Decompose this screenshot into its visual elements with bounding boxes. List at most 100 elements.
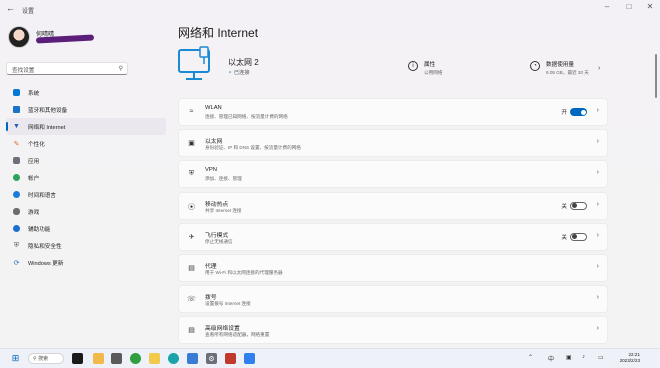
- row-sub: 添加、连接、管理: [205, 176, 242, 182]
- volume-icon[interactable]: ♪: [582, 354, 585, 360]
- ime-icon[interactable]: 中: [548, 354, 554, 363]
- vpn-icon: ⛨: [188, 170, 195, 178]
- back-arrow-icon[interactable]: ←: [6, 3, 15, 13]
- row-hotspot[interactable]: ⦿ 移动热点 共享 Internet 连接 关 ›: [178, 191, 608, 220]
- app-icon[interactable]: [111, 353, 122, 364]
- app-icon[interactable]: [244, 353, 255, 364]
- sidebar-nav: 系统 蓝牙和其他设备 ▼ 网络和 Internet ✎ 个性化 应用 帐户 时间…: [6, 84, 166, 271]
- wlan-toggle[interactable]: [570, 108, 587, 116]
- chevron-right-icon[interactable]: ›: [597, 169, 599, 176]
- sidebar-item-accessibility[interactable]: 辅助功能: [6, 220, 166, 237]
- sidebar-item-network[interactable]: ▼ 网络和 Internet: [6, 118, 166, 135]
- sidebar-item-bluetooth[interactable]: 蓝牙和其他设备: [6, 101, 166, 118]
- sidebar-item-apps[interactable]: 应用: [6, 152, 166, 169]
- close-icon[interactable]: ✕: [643, 2, 657, 11]
- sidebar-item-label: 系统: [28, 90, 40, 97]
- airplane-icon: ✈: [188, 233, 195, 241]
- settings-gear-icon[interactable]: ⚙: [206, 353, 217, 364]
- sidebar-item-label: 帐户: [28, 175, 40, 182]
- row-dialup[interactable]: ☏ 拨号 设置拨号 Internet 连接 ›: [178, 285, 608, 314]
- data-usage-label: 数据使用量: [546, 62, 574, 68]
- airplane-toggle[interactable]: [570, 232, 587, 241]
- row-wlan[interactable]: ≈ WLAN 连接、管理已知网络、按流量计费的网络 开 ›: [178, 98, 608, 126]
- search-icon[interactable]: ⚲: [119, 65, 123, 72]
- row-sub: 设置拨号 Internet 连接: [205, 301, 251, 307]
- sidebar-item-privacy[interactable]: ⛨ 隐私和安全性: [6, 237, 166, 254]
- chevron-right-icon[interactable]: ›: [598, 65, 600, 72]
- data-usage-icon: ◔: [530, 61, 540, 71]
- app-icon[interactable]: [225, 353, 236, 364]
- chevron-right-icon[interactable]: ›: [597, 263, 599, 270]
- advanced-network-icon: ▤: [188, 327, 195, 335]
- toggle-label: 关: [561, 234, 567, 241]
- sidebar-item-label: 个性化: [28, 141, 45, 148]
- row-proxy[interactable]: ▤ 代理 用于 Wi-Fi 和以太网连接的代理服务器 ›: [178, 253, 608, 282]
- toggle-label: 开: [561, 110, 567, 116]
- network-icon: ▼: [13, 123, 20, 130]
- edge-icon[interactable]: [168, 353, 179, 364]
- page-title: 网络和 Internet: [178, 26, 259, 40]
- scrollbar[interactable]: [655, 54, 657, 98]
- row-ethernet[interactable]: ▣ 以太网 身份验证、IP 和 DNS 设置、按流量计费的网络 ›: [178, 129, 608, 158]
- sidebar-item-label: 辅助功能: [28, 226, 51, 233]
- search-input[interactable]: 查找设置 ⚲: [6, 62, 128, 75]
- chevron-right-icon[interactable]: ›: [597, 138, 599, 145]
- dialup-icon: ☏: [187, 296, 196, 304]
- sidebar-item-accounts[interactable]: 帐户: [6, 169, 166, 186]
- taskbar-search-label: 搜索: [38, 356, 49, 362]
- row-title: VPN: [205, 167, 217, 174]
- start-windows-icon[interactable]: ⊞: [10, 353, 21, 364]
- row-title: 拨号: [205, 295, 217, 302]
- row-sub: 身份验证、IP 和 DNS 设置、按流量计费的网络: [205, 145, 301, 151]
- chevron-right-icon[interactable]: ›: [597, 232, 599, 239]
- wifi-icon: ≈: [189, 108, 194, 115]
- maximize-icon[interactable]: □: [622, 2, 636, 11]
- xbox-icon[interactable]: [130, 353, 141, 364]
- sidebar-item-label: 游戏: [28, 209, 40, 216]
- ethernet-monitor-icon: [178, 46, 210, 80]
- network-tray-icon[interactable]: ▣: [566, 354, 572, 361]
- folder-icon[interactable]: [149, 353, 160, 364]
- sidebar-item-label: 时间和语言: [28, 192, 56, 199]
- settings-window: ← 设置 – □ ✕ 何晴晴 查找设置 ⚲ 系统 蓝牙和其他设备 ▼ 网络和 I…: [0, 0, 660, 348]
- data-usage-sub: 9.05 GB，最近 30 天: [546, 70, 589, 75]
- chevron-right-icon[interactable]: ›: [597, 107, 599, 114]
- proxy-icon: ▤: [188, 264, 195, 272]
- clock[interactable]: 22:21 2023/2/23: [620, 352, 640, 364]
- properties-label: 属性: [424, 62, 436, 68]
- row-sub: 共享 Internet 连接: [205, 207, 242, 213]
- data-usage-button[interactable]: ◔ 数据使用量 9.05 GB，最近 30 天: [530, 60, 589, 76]
- store-icon[interactable]: [187, 353, 198, 364]
- chevron-right-icon[interactable]: ›: [597, 325, 599, 332]
- task-view-icon[interactable]: [72, 353, 83, 364]
- file-explorer-icon[interactable]: [93, 353, 104, 364]
- chevron-up-icon[interactable]: ⌃: [528, 354, 533, 361]
- minimize-icon[interactable]: –: [600, 2, 614, 11]
- properties-button[interactable]: i 属性 公用网络: [408, 60, 442, 76]
- sidebar-item-personalization[interactable]: ✎ 个性化: [6, 135, 166, 152]
- row-sub: 停止无线通信: [205, 238, 233, 244]
- row-advanced-network[interactable]: ▤ 高级网络设置 查看所有网络适配器，网络重置 ›: [178, 316, 608, 345]
- sidebar-item-system[interactable]: 系统: [6, 84, 166, 101]
- info-icon: i: [408, 61, 418, 71]
- taskbar-search[interactable]: ⚲ 搜索: [28, 353, 64, 364]
- row-sub: 查看所有网络适配器，网络重置: [205, 332, 270, 338]
- avatar[interactable]: [8, 26, 30, 48]
- shield-icon: ⛨: [13, 241, 20, 249]
- chevron-right-icon[interactable]: ›: [597, 294, 599, 301]
- sidebar-item-windows-update[interactable]: ⟳ Windows 更新: [6, 254, 166, 271]
- row-airplane-mode[interactable]: ✈ 飞行模式 停止无线通信 关 ›: [178, 222, 608, 251]
- battery-icon[interactable]: ▭: [598, 354, 604, 361]
- ethernet-status-text: 已连接: [233, 70, 250, 76]
- sidebar-item-time-language[interactable]: 时间和语言: [6, 186, 166, 203]
- clock-date: 2023/2/23: [619, 358, 640, 363]
- gamepad-icon: [12, 207, 21, 216]
- row-vpn[interactable]: ⛨ VPN 添加、连接、管理 ›: [178, 160, 608, 189]
- sidebar-item-label: 应用: [28, 158, 40, 165]
- sidebar-item-gaming[interactable]: 游戏: [6, 203, 166, 220]
- row-sub: 连接、管理已知网络、按流量计费的网络: [205, 114, 288, 119]
- hotspot-toggle[interactable]: [570, 201, 587, 210]
- chevron-right-icon[interactable]: ›: [597, 201, 599, 208]
- ethernet-status: ⚬ 已连接: [228, 69, 249, 76]
- sidebar: 何晴晴 查找设置 ⚲ 系统 蓝牙和其他设备 ▼ 网络和 Internet ✎ 个…: [0, 18, 170, 348]
